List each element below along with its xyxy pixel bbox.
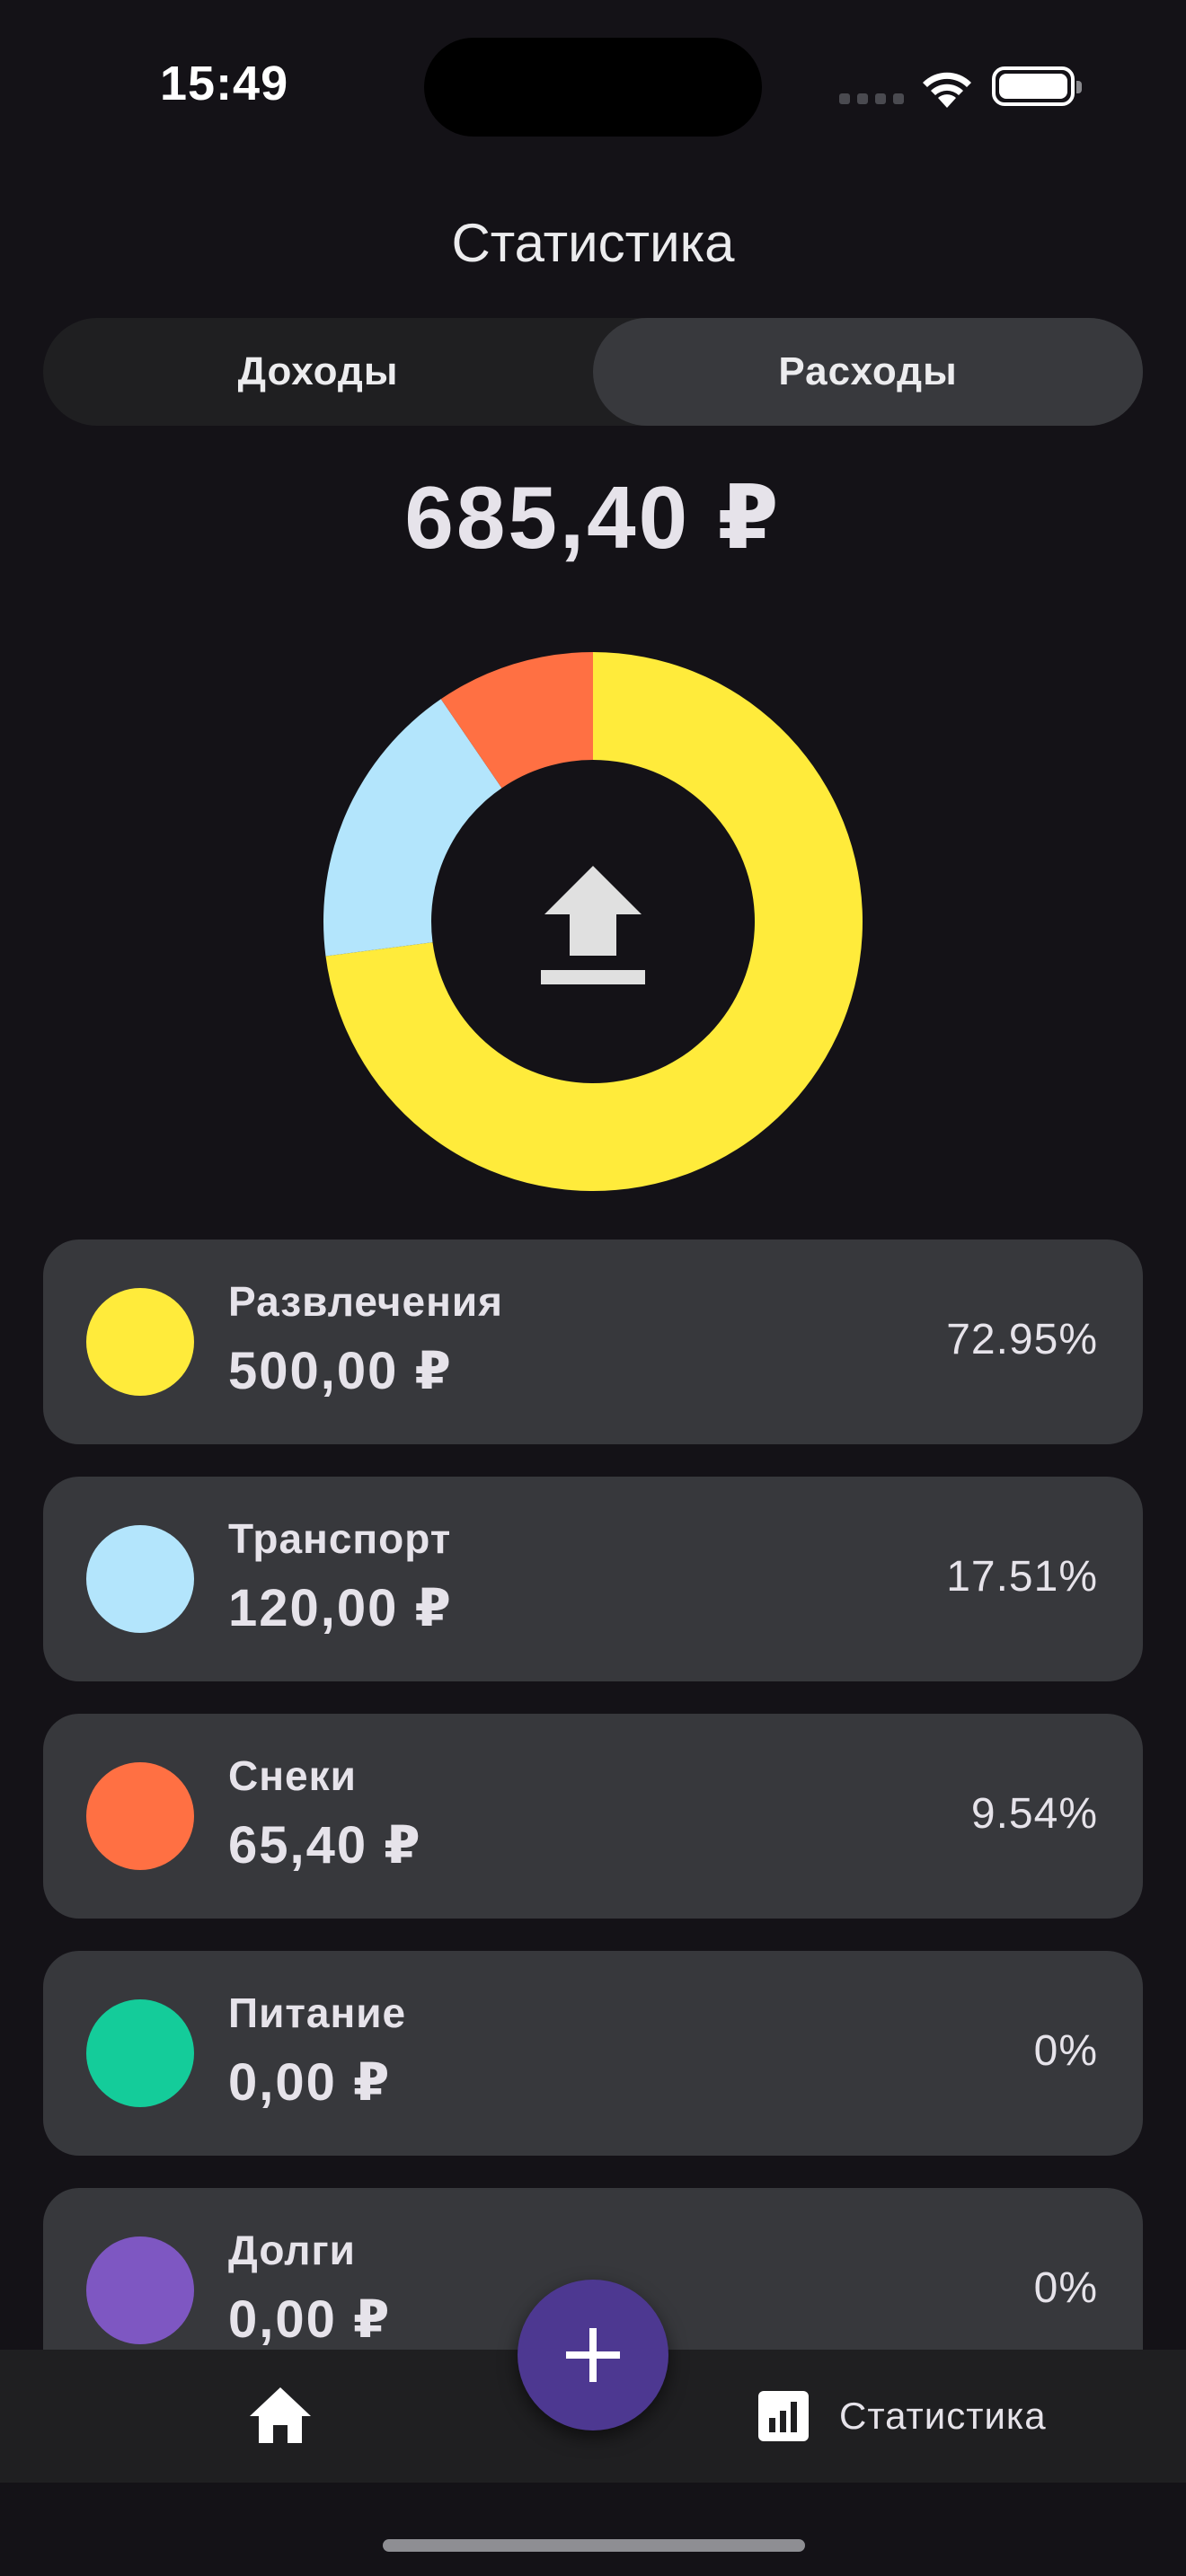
category-color-dot xyxy=(86,1288,194,1396)
statistics-screen: 15:49 Статистика Доходы Расходы 685,40 ₽… xyxy=(0,0,1186,2576)
page-title: Статистика xyxy=(451,213,735,273)
category-name: Снеки xyxy=(228,1752,357,1799)
category-card[interactable]: Развлечения 500,00 ₽ 72.95% xyxy=(43,1239,1143,1444)
home-indicator xyxy=(383,2539,805,2552)
category-name: Развлечения xyxy=(228,1278,504,1325)
category-percent: 0% xyxy=(1033,2264,1098,2312)
category-percent: 9.54% xyxy=(970,1790,1098,1838)
upload-arrow-icon xyxy=(541,866,645,984)
category-amount: 500,00 ₽ xyxy=(228,1342,453,1400)
tab-expenses[interactable]: Расходы xyxy=(593,318,1143,426)
category-percent: 72.95% xyxy=(946,1316,1098,1363)
category-name: Долги xyxy=(228,2227,356,2273)
category-amount: 0,00 ₽ xyxy=(228,2053,392,2112)
category-card[interactable]: Питание 0,00 ₽ 0% xyxy=(43,1951,1143,2156)
category-card[interactable]: Снеки 65,40 ₽ 9.54% xyxy=(43,1714,1143,1919)
category-percent: 17.51% xyxy=(946,1553,1098,1601)
cellular-signal-icon xyxy=(839,93,904,104)
add-transaction-button[interactable] xyxy=(518,2280,668,2430)
category-name: Транспорт xyxy=(228,1515,452,1562)
category-percent: 0% xyxy=(1033,2027,1098,2075)
nav-statistics-label: Статистика xyxy=(839,2395,1047,2437)
category-color-dot xyxy=(86,1999,194,2107)
home-icon[interactable] xyxy=(248,2386,313,2445)
expense-donut-chart xyxy=(323,652,863,1191)
bar-chart-icon xyxy=(758,2391,809,2441)
tab-income[interactable]: Доходы xyxy=(43,318,593,426)
nav-statistics[interactable]: Статистика xyxy=(758,2384,1047,2448)
category-card[interactable]: Транспорт 120,00 ₽ 17.51% xyxy=(43,1477,1143,1681)
category-color-dot xyxy=(86,2236,194,2344)
wifi-icon xyxy=(923,72,971,108)
category-amount: 120,00 ₽ xyxy=(228,1579,453,1637)
category-color-dot xyxy=(86,1525,194,1633)
total-amount: 685,40 ₽ xyxy=(404,468,782,567)
category-list: Развлечения 500,00 ₽ 72.95% Транспорт 12… xyxy=(43,1239,1143,2425)
category-color-dot xyxy=(86,1762,194,1870)
status-time: 15:49 xyxy=(160,57,289,110)
category-name: Питание xyxy=(228,1989,407,2036)
income-expense-toggle: Доходы Расходы xyxy=(43,318,1143,426)
category-amount: 65,40 ₽ xyxy=(228,1816,422,1875)
dynamic-island xyxy=(424,38,762,137)
battery-icon xyxy=(992,66,1082,106)
plus-icon xyxy=(566,2328,620,2382)
category-amount: 0,00 ₽ xyxy=(228,2290,392,2349)
